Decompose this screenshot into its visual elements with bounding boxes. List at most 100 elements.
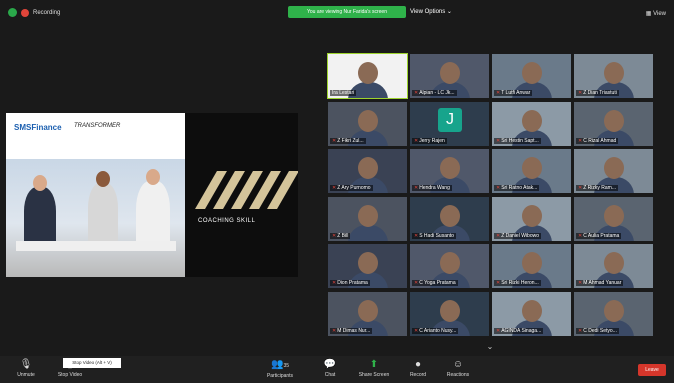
participant-tile[interactable]: ✕Dion Pratama [328, 244, 407, 288]
decorative-stripes [195, 171, 298, 209]
view-button[interactable]: ▦ View [646, 10, 666, 17]
participant-tile[interactable]: ✕Sri Ratno Atak... [492, 149, 571, 193]
view-options-label: View Options [410, 9, 446, 15]
participant-tile[interactable]: ✕M Dimas Nur... [328, 291, 407, 336]
person-head [146, 169, 160, 185]
participant-tile[interactable]: ✕C Rizal Ahmad [574, 101, 653, 146]
participant-tile[interactable]: ✕T Lutfi Anwar [492, 54, 571, 98]
participant-name: ✕M Ahmad Yanuar [576, 280, 624, 286]
participant-face [604, 109, 624, 132]
microphone-muted-icon: ✕ [578, 137, 583, 144]
microphone-muted-icon: ✕ [496, 280, 501, 286]
participant-name-text: C Yoga Pratama [419, 280, 456, 286]
participant-name: Ira Lestari [330, 90, 357, 96]
participant-name-text: Jerry Rajen [419, 137, 445, 144]
participant-face [440, 299, 460, 322]
participant-tile[interactable]: Ira Lestari [327, 53, 408, 99]
chevron-down-icon: ⌄ [446, 9, 452, 15]
reactions-button[interactable]: ☺ Reactions [438, 358, 478, 378]
business-handshake-photo [6, 159, 185, 277]
unmute-button[interactable]: 🎙 Unmute [6, 358, 46, 378]
participant-tile[interactable]: ✕Z Bill [328, 196, 407, 241]
top-bar: Recording You are viewing Nur Farida's s… [0, 0, 674, 28]
participant-name: ✕Hendra Wang [412, 185, 452, 191]
microphone-muted-icon: ✕ [414, 185, 419, 191]
participant-name-text: Sri Hestin Sapt... [501, 137, 539, 144]
microphone-muted-icon: ✕ [578, 232, 583, 239]
participant-name-text: Z Fikri Zul... [337, 137, 364, 144]
microphone-muted-icon: ✕ [414, 327, 419, 334]
microphone-muted-icon: 🎙 [19, 359, 33, 370]
participant-tile[interactable]: ✕C Aulia Pratama [574, 196, 653, 241]
participant-name-text: M Ahmad Yanuar [583, 280, 622, 286]
participant-tile[interactable]: ✕Z Daniel Wibowo [492, 196, 571, 241]
participant-face [604, 204, 624, 227]
participant-tile[interactable]: ✕Hendra Wang [410, 149, 489, 193]
participant-face [522, 62, 542, 84]
participant-name: ✕AGINDA Sinaga... [494, 327, 544, 334]
record-button[interactable]: ● Record [398, 358, 438, 378]
participant-tile[interactable]: ✕C Yoga Pratama [410, 244, 489, 288]
participant-tile[interactable]: ✕Z Dian Triastuti [574, 54, 653, 98]
transformer-logo: TRANSFORMER [74, 123, 121, 129]
person-head [96, 171, 110, 187]
microphone-muted-icon: ✕ [414, 232, 419, 239]
share-screen-button[interactable]: ⬆ Share Screen [354, 358, 394, 378]
recording-indicator[interactable]: Recording [8, 8, 60, 17]
leave-button[interactable]: Leave [638, 364, 666, 376]
stop-video-tooltip: Stop Video (Alt + V) [63, 358, 121, 368]
record-dot-icon [21, 8, 29, 17]
unmute-label: Unmute [17, 372, 35, 378]
participant-name-text: C Arianto Nusy... [419, 327, 457, 334]
participant-tile[interactable]: ✕S Hadi Susanto [410, 196, 489, 241]
participant-tile[interactable]: ✕Z Ary Purnomo [328, 149, 407, 193]
participant-name-text: AGINDA Sinaga... [501, 327, 542, 334]
participant-name-text: Sri Ratno Atak... [501, 185, 538, 191]
microphone-muted-icon: ✕ [332, 280, 337, 286]
participant-name-text: S Hadi Susanto [419, 232, 454, 239]
participant-face [522, 204, 542, 227]
stop-video-label: Stop Video [57, 372, 83, 378]
avatar: J [438, 107, 462, 132]
participant-name: ✕Z Dian Triastuti [576, 90, 619, 96]
participant-tile[interactable]: ✕Sri Rizki Heron... [492, 244, 571, 288]
participant-face [440, 252, 460, 274]
chevron-down-icon[interactable]: ⌄ [482, 342, 498, 352]
participant-name: ✕Z Rizky Ram... [576, 185, 618, 191]
participant-name: ✕Z Daniel Wibowo [494, 232, 541, 239]
participant-tile[interactable]: ✕C Dedi Setyo... [574, 291, 653, 336]
view-label: View [653, 11, 666, 17]
participant-name: ✕Alpian - LC Jk... [412, 90, 457, 96]
microphone-muted-icon: ✕ [496, 232, 501, 239]
microphone-muted-icon: ✕ [414, 280, 419, 286]
participant-tile[interactable]: ✕C Arianto Nusy... [410, 291, 489, 336]
participant-tile[interactable]: ✕AGINDA Sinaga... [492, 291, 571, 336]
participant-name-text: Dion Pratama [337, 280, 368, 286]
participant-face [358, 204, 378, 227]
microphone-muted-icon: ✕ [578, 280, 583, 286]
chat-button[interactable]: 💬 Chat [310, 358, 350, 378]
shield-icon [8, 8, 17, 17]
participant-face [440, 204, 460, 227]
participant-name-text: Ira Lestari [332, 90, 355, 96]
participant-name: ✕C Yoga Pratama [412, 280, 458, 286]
participant-tile[interactable]: J ✕Jerry Rajen [410, 101, 489, 146]
reactions-label: Reactions [446, 372, 470, 378]
participant-name: ✕C Arianto Nusy... [412, 327, 459, 334]
participant-tile[interactable]: ✕Z Fikri Zul... [328, 101, 407, 146]
participant-tile[interactable]: ✕Sri Hestin Sapt... [492, 101, 571, 146]
participant-name-text: Z Daniel Wibowo [501, 232, 539, 239]
participant-face [358, 252, 378, 274]
participant-tile[interactable]: ✕Z Rizky Ram... [574, 149, 653, 193]
participant-name: ✕Sri Ratno Atak... [494, 185, 540, 191]
view-options-button[interactable]: View Options ⌄ [410, 6, 452, 18]
participant-tile[interactable]: ✕Alpian - LC Jk... [410, 54, 489, 98]
participant-name-text: T Lutfi Anwar [501, 90, 531, 96]
microphone-muted-icon: ✕ [578, 327, 583, 334]
participant-name-text: Z Bill [337, 232, 349, 239]
participants-button[interactable]: 👥35 Participants [258, 358, 302, 379]
slide-title: COACHING SKILL [198, 218, 256, 224]
participant-tile[interactable]: ✕M Ahmad Yanuar [574, 244, 653, 288]
participant-face [358, 299, 378, 322]
participant-name-text: C Aulia Pratama [583, 232, 620, 239]
